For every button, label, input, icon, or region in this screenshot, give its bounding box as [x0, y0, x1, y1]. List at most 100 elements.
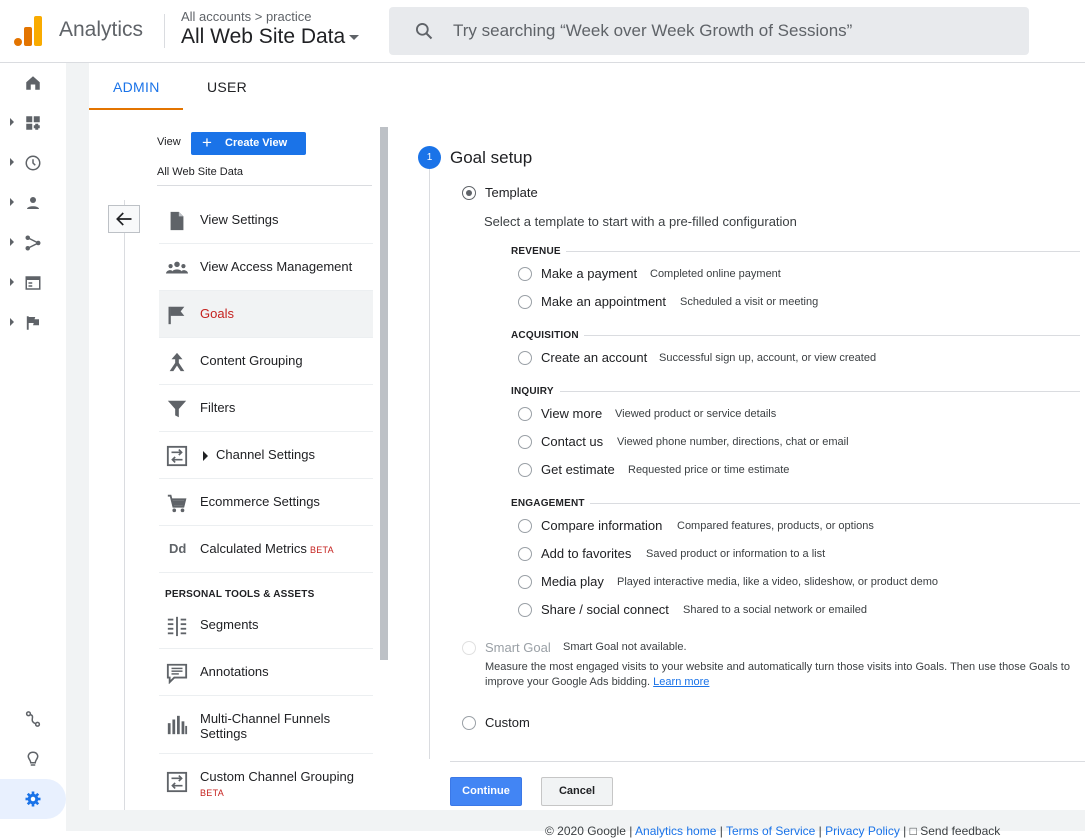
- menu-annotations[interactable]: Annotations: [159, 649, 373, 696]
- menu-label: Custom Channel Grouping BETA: [200, 769, 354, 798]
- nav-home[interactable]: [0, 63, 66, 103]
- menu-segments[interactable]: Segments: [159, 602, 373, 649]
- nav-audience[interactable]: [0, 183, 66, 223]
- menu-calculated-metrics[interactable]: Dd Calculated Metrics BETA: [159, 526, 373, 573]
- search-bar[interactable]: Try searching “Week over Week Growth of …: [389, 7, 1029, 55]
- menu-channel-settings[interactable]: Channel Settings: [159, 432, 373, 479]
- menu-label: Content Grouping: [200, 353, 303, 368]
- goal-radio[interactable]: [518, 267, 532, 281]
- dropdown-caret-icon: [349, 34, 360, 40]
- footer-link-privacy[interactable]: Privacy Policy: [825, 824, 900, 838]
- view-label: View: [157, 136, 181, 148]
- goal-name: Add to favorites: [541, 546, 632, 561]
- goal-name: Media play: [541, 574, 604, 589]
- plus-icon: +: [202, 133, 212, 152]
- category-engagement: ENGAGEMENT: [511, 498, 585, 509]
- menu-multi-channel-funnels-settings[interactable]: Multi-Channel Funnels Settings: [159, 696, 373, 754]
- top-bar: Analytics All accounts > practice All We…: [0, 0, 1085, 63]
- custom-channel-icon: [166, 771, 188, 793]
- custom-radio[interactable]: [462, 716, 476, 730]
- menu-ecommerce-settings[interactable]: Ecommerce Settings: [159, 479, 373, 526]
- beta-badge: BETA: [200, 788, 225, 798]
- custom-label: Custom: [485, 715, 530, 730]
- category-inquiry: INQUIRY: [511, 386, 554, 397]
- view-column-scrollbar[interactable]: [380, 127, 388, 660]
- dashboard-icon: [26, 116, 40, 130]
- nav-discover[interactable]: [0, 739, 66, 779]
- breadcrumb[interactable]: All accounts > practice: [181, 9, 311, 24]
- goal-radio[interactable]: [518, 407, 532, 421]
- menu-filters[interactable]: Filters: [159, 385, 373, 432]
- menu-custom-channel-grouping[interactable]: Custom Channel Grouping BETA: [159, 754, 373, 810]
- smart-goal-description: Measure the most engaged visits to your …: [485, 661, 1070, 688]
- app-name: Analytics: [59, 18, 144, 41]
- goal-radio[interactable]: [518, 351, 532, 365]
- nav-conversions[interactable]: [0, 303, 66, 343]
- menu-content-grouping[interactable]: Content Grouping: [159, 338, 373, 385]
- goal-name: Make a payment: [541, 266, 638, 281]
- back-button[interactable]: [108, 205, 140, 233]
- goal-radio[interactable]: [518, 435, 532, 449]
- nav-admin[interactable]: [0, 779, 66, 819]
- nav-acquisition[interactable]: [0, 223, 66, 263]
- smart-goal-label: Smart Goal: [485, 640, 551, 655]
- acquisition-icon: [25, 235, 41, 251]
- create-view-button[interactable]: + Create View: [191, 132, 306, 155]
- menu-label: Filters: [200, 400, 236, 415]
- goal-radio[interactable]: [518, 519, 532, 533]
- admin-tabs: ADMIN USER: [89, 63, 1085, 110]
- footer-link-terms[interactable]: Terms of Service: [726, 824, 815, 838]
- goal-name: View more: [541, 406, 603, 421]
- menu-goals[interactable]: Goals: [159, 291, 373, 338]
- search-icon: [416, 23, 433, 40]
- goal-description: Shared to a social network or emailed: [683, 604, 868, 616]
- goal-radio[interactable]: [518, 463, 532, 477]
- nav-behavior[interactable]: [0, 263, 66, 303]
- nav-realtime[interactable]: [0, 143, 66, 183]
- tab-admin[interactable]: ADMIN: [113, 79, 160, 95]
- analytics-logo-icon[interactable]: [14, 16, 42, 46]
- goal-name: Create an account: [541, 350, 648, 365]
- expand-arrow-icon[interactable]: [203, 451, 208, 461]
- view-divider: [157, 185, 372, 186]
- category-acquisition: ACQUISITION: [511, 330, 579, 341]
- flag-icon: [168, 306, 185, 325]
- menu-view-access-management[interactable]: View Access Management: [159, 244, 373, 291]
- template-radio[interactable]: [462, 186, 476, 200]
- breadcrumb-account[interactable]: practice: [266, 9, 312, 24]
- step-number: 1: [418, 146, 441, 169]
- goal-description: Saved product or information to a list: [646, 548, 826, 560]
- expand-arrow-icon: [10, 278, 14, 286]
- goal-name: Get estimate: [541, 462, 615, 477]
- goal-radio[interactable]: [518, 575, 532, 589]
- feedback-icon: □: [909, 824, 917, 838]
- cancel-button[interactable]: Cancel: [541, 777, 613, 806]
- footer-link-analytics-home[interactable]: Analytics home: [635, 824, 716, 838]
- actions-divider: [450, 761, 1085, 762]
- category-rule: [590, 503, 1080, 504]
- goal-name: Compare information: [541, 518, 663, 533]
- continue-button[interactable]: Continue: [450, 777, 522, 806]
- menu-view-settings[interactable]: View Settings: [159, 197, 373, 244]
- property-selector[interactable]: All Web Site Data: [181, 25, 360, 49]
- flag-icon: [26, 316, 39, 330]
- nav-attribution[interactable]: [0, 699, 66, 739]
- breadcrumb-accounts[interactable]: All accounts: [181, 9, 251, 24]
- goal-radio[interactable]: [518, 295, 532, 309]
- nav-customization[interactable]: [0, 103, 66, 143]
- filter-icon: [167, 400, 187, 418]
- people-icon: [166, 261, 188, 274]
- learn-more-link[interactable]: Learn more: [653, 676, 709, 688]
- goal-radio[interactable]: [518, 547, 532, 561]
- footer-link-feedback[interactable]: Send feedback: [920, 824, 1000, 838]
- column-divider: [124, 200, 125, 810]
- goal-description: Scheduled a visit or meeting: [680, 296, 819, 308]
- home-icon: [26, 76, 40, 90]
- expand-arrow-icon: [10, 318, 14, 326]
- goal-radio[interactable]: [518, 603, 532, 617]
- tab-user[interactable]: USER: [207, 79, 247, 95]
- menu-label: Multi-Channel Funnels Settings: [200, 711, 331, 741]
- view-selector[interactable]: All Web Site Data: [157, 166, 243, 178]
- content-grouping-icon: [169, 352, 185, 372]
- channel-settings-icon: [166, 445, 188, 467]
